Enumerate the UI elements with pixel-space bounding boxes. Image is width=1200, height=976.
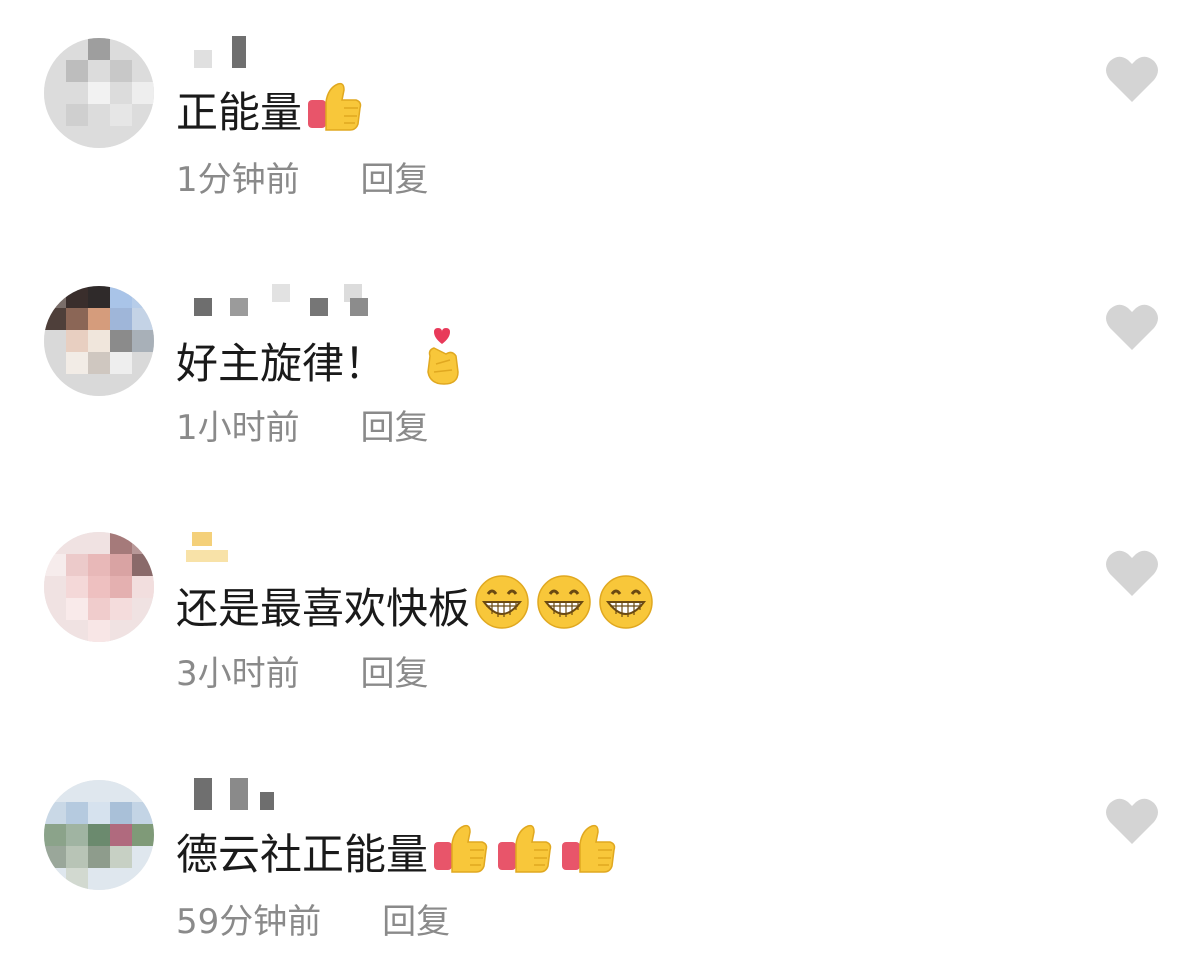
comment-item: 好主旋律！ 1小时前 回复 [0,248,1200,448]
comment-text: 德云社正能量 [176,829,429,879]
comment-time: 3小时前 [176,654,300,694]
emoji-row [306,80,370,145]
like-heart-icon[interactable] [1104,302,1160,352]
comment-text-row: 还是最喜欢快板 [176,574,660,643]
reply-button[interactable]: 回复 [360,408,428,448]
like-heart-icon[interactable] [1104,796,1160,846]
comment-item: 还是最喜欢快板 3小时前 回复 [0,494,1200,694]
grinning-face-emoji-icon [474,574,530,643]
avatar[interactable] [44,780,154,890]
username-redacted[interactable] [178,530,378,564]
comment-time: 1小时前 [176,408,300,448]
comment-text-row: 好主旋律！ [176,328,468,399]
emoji-row [432,822,624,887]
comment-text: 正能量 [176,87,303,137]
comment-meta: 1小时前 回复 [176,406,428,450]
reply-button[interactable]: 回复 [382,902,450,942]
comment-meta: 59分钟前 回复 [176,900,450,944]
thumbs-up-emoji-icon [306,80,364,145]
comment-text-row: 正能量 [176,80,370,145]
thumbs-up-emoji-icon [560,822,618,887]
avatar[interactable] [44,286,154,396]
emoji-row [474,574,660,643]
username-redacted[interactable] [178,778,378,812]
username-redacted[interactable] [178,36,378,70]
comment-time: 59分钟前 [176,902,322,942]
comment-item: 德云社正能量 59分钟前 回复 [0,742,1200,942]
finger-heart-emoji-icon [422,328,462,399]
comment-text-row: 德云社正能量 [176,822,624,887]
emoji-row [422,328,468,399]
comment-text: 还是最喜欢快板 [176,583,471,633]
reply-button[interactable]: 回复 [360,654,428,694]
like-heart-icon[interactable] [1104,548,1160,598]
reply-button[interactable]: 回复 [360,160,428,200]
grinning-face-emoji-icon [536,574,592,643]
like-heart-icon[interactable] [1104,54,1160,104]
thumbs-up-emoji-icon [496,822,554,887]
comment-list: 正能量 1分钟前 回复 好主旋律！ 1小时前 回复 还是最喜欢快板 3小时前 回… [0,0,1200,976]
grinning-face-emoji-icon [598,574,654,643]
thumbs-up-emoji-icon [432,822,490,887]
comment-meta: 1分钟前 回复 [176,158,428,202]
avatar[interactable] [44,532,154,642]
comment-meta: 3小时前 回复 [176,652,428,696]
avatar[interactable] [44,38,154,148]
comment-time: 1分钟前 [176,160,300,200]
comment-item: 正能量 1分钟前 回复 [0,0,1200,200]
comment-text: 好主旋律！ [176,338,387,388]
username-redacted[interactable] [178,284,378,318]
